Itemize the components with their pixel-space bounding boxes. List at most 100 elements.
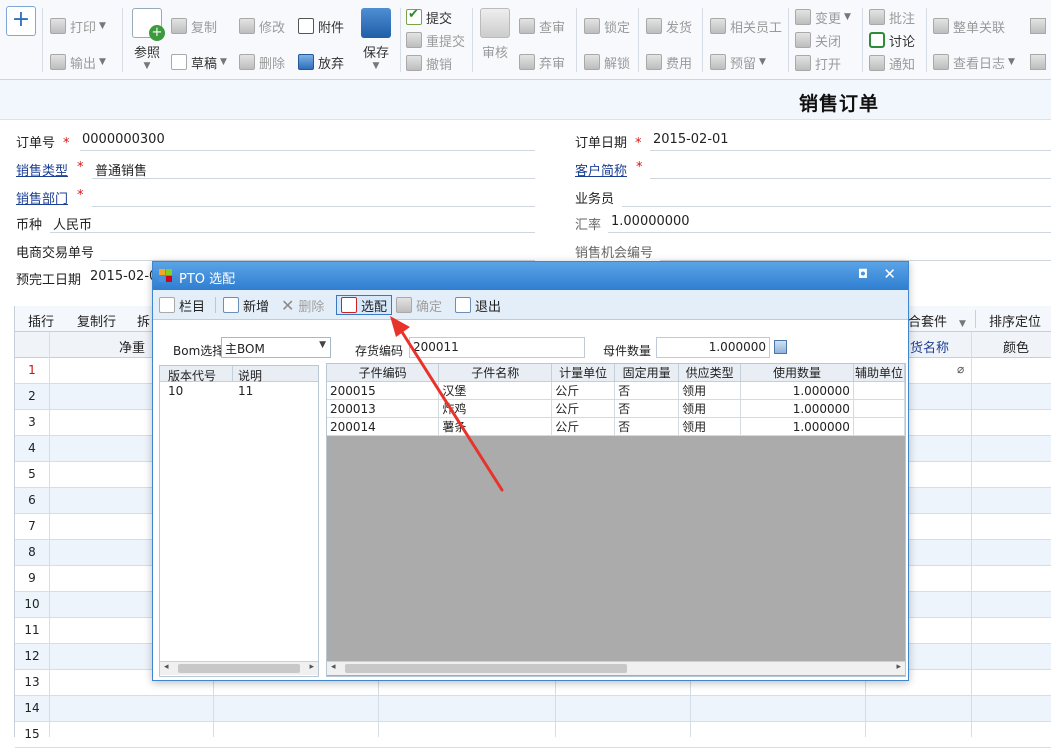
close-icon[interactable]: ✕	[883, 265, 896, 283]
order-date-value[interactable]: 2015-02-01	[653, 132, 729, 147]
select-config-button[interactable]: 选配	[336, 295, 393, 315]
related-staff-button[interactable]: 相关员工	[710, 16, 782, 36]
component-cell[interactable]: 否	[614, 417, 680, 436]
customer-field[interactable]	[650, 178, 1051, 179]
attach-button[interactable]: 附件	[298, 16, 344, 36]
scroll-right-icon[interactable]: ▸	[309, 662, 314, 672]
scrollbar-thumb[interactable]	[178, 664, 300, 673]
open-order-button[interactable]: 打开	[795, 53, 841, 73]
component-cell[interactable]: 200014	[327, 417, 440, 436]
grid-row[interactable]: 14	[15, 696, 1051, 722]
component-cell[interactable]	[853, 381, 906, 400]
draft-button[interactable]: 草稿 ▼	[171, 52, 227, 72]
paperclip-icon[interactable]: ⌀	[957, 362, 964, 376]
component-cell[interactable]: 200013	[327, 399, 440, 418]
col-name[interactable]: 货名称	[910, 337, 949, 356]
component-cell[interactable]: 200015	[327, 381, 440, 400]
component-col-header[interactable]: 固定用量	[614, 364, 680, 382]
dept-label[interactable]: 销售部门	[16, 188, 68, 207]
component-col-header[interactable]: 使用数量	[740, 364, 854, 382]
component-cell[interactable]	[853, 417, 906, 436]
col-weight[interactable]: 净重	[119, 337, 145, 356]
scroll-left-icon[interactable]: ◂	[331, 662, 336, 672]
view-log-button[interactable]: 查看日志 ▼	[933, 52, 1015, 72]
chevron-down-icon[interactable]: ▼	[358, 61, 394, 71]
component-cell[interactable]: 汉堡	[438, 381, 553, 400]
component-cell[interactable]: 1.000000	[740, 381, 854, 400]
discuss-button[interactable]: 讨论	[869, 30, 915, 50]
add-button[interactable]: 新增	[223, 295, 269, 315]
ref-button[interactable]: + 参照 ▼	[130, 8, 165, 71]
component-cell[interactable]: 领用	[678, 399, 742, 418]
change-button[interactable]: 变更 ▼	[795, 7, 851, 27]
lock-button[interactable]: 锁定	[584, 16, 630, 36]
fee-button[interactable]: 费用	[646, 52, 692, 72]
discard-button[interactable]: 弃审	[519, 52, 565, 72]
component-row[interactable]: 200014 薯条 公斤否领用 1.000000	[327, 417, 906, 436]
dialog-titlebar[interactable]: PTO 选配 ◘ ✕	[153, 262, 908, 290]
component-row[interactable]: 200015 汉堡 公斤否领用 1.000000	[327, 381, 906, 400]
chevron-down-icon[interactable]: ▼	[99, 21, 106, 31]
copy-button[interactable]: 复制	[171, 16, 217, 36]
parent-qty-input[interactable]: 1.000000	[656, 337, 770, 358]
chevron-down-icon[interactable]: ▼	[959, 319, 966, 329]
currency-value[interactable]: 人民币	[53, 214, 92, 233]
sort-locate-button[interactable]: 排序定位	[989, 311, 1041, 330]
horizontal-scrollbar[interactable]: ◂ ▸	[327, 661, 905, 675]
export-button[interactable]: 输出 ▼	[50, 52, 106, 72]
reserve-button[interactable]: 预留 ▼	[710, 52, 766, 72]
version-col-code[interactable]: 版本代号	[168, 367, 216, 384]
resubmit-button[interactable]: 重提交	[406, 30, 465, 50]
chevron-down-icon[interactable]: ▼	[220, 57, 227, 67]
component-col-header[interactable]: 子件编码	[327, 364, 440, 382]
exit-button[interactable]: 退出	[455, 295, 501, 315]
new-button[interactable]: +	[6, 6, 36, 36]
abandon-button[interactable]: 放弃	[298, 52, 344, 72]
edit-button[interactable]: 修改	[239, 16, 285, 36]
chevron-down-icon[interactable]: ▼	[759, 57, 766, 67]
component-cell[interactable]: 领用	[678, 417, 742, 436]
order-no-value[interactable]: 0000000300	[82, 132, 165, 147]
component-cell[interactable]: 领用	[678, 381, 742, 400]
review-button[interactable]: 查审	[519, 16, 565, 36]
chevron-down-icon[interactable]: ▼	[130, 61, 164, 71]
copy-row-button[interactable]: 复制行	[77, 311, 116, 330]
component-cell[interactable]: 1.000000	[740, 399, 854, 418]
version-cell[interactable]: 10	[168, 384, 183, 398]
confirm-button[interactable]: 确定	[396, 295, 442, 315]
submit-button[interactable]: 提交	[406, 7, 452, 27]
salesman-field[interactable]	[622, 206, 1051, 207]
annotate-button[interactable]: 批注	[869, 7, 915, 27]
component-cell[interactable]: 公斤	[551, 417, 616, 436]
columns-button[interactable]: 栏目	[159, 295, 205, 315]
whole-link-button[interactable]: 整单关联	[933, 16, 1005, 36]
component-cell[interactable]: 否	[614, 381, 680, 400]
component-cell[interactable]: 否	[614, 399, 680, 418]
scroll-right-icon[interactable]: ▸	[896, 662, 901, 672]
version-cell[interactable]: 11	[238, 384, 253, 398]
chevron-down-icon[interactable]: ▼	[99, 57, 106, 67]
grid-row[interactable]: 15	[15, 722, 1051, 748]
set-button[interactable]: 合套件 ▼	[908, 311, 966, 330]
notify-button[interactable]: 通知	[869, 53, 915, 73]
component-cell[interactable]	[853, 399, 906, 418]
horizontal-scrollbar[interactable]: ◂ ▸	[160, 661, 318, 675]
component-cell[interactable]: 公斤	[551, 381, 616, 400]
component-col-header[interactable]: 计量单位	[551, 364, 616, 382]
unlock-button[interactable]: 解锁	[584, 52, 630, 72]
col-color[interactable]: 颜色	[1003, 337, 1029, 356]
component-col-header[interactable]: 供应类型	[678, 364, 742, 382]
sale-type-label[interactable]: 销售类型	[16, 160, 68, 179]
delete-button[interactable]: ✕ 删除	[281, 295, 324, 315]
audit-button[interactable]: 审核	[478, 8, 512, 61]
calculator-icon[interactable]	[774, 340, 787, 354]
chevron-down-icon[interactable]: ▼	[844, 12, 851, 22]
scrollbar-thumb[interactable]	[345, 664, 627, 673]
component-cell[interactable]: 公斤	[551, 399, 616, 418]
revoke-button[interactable]: 撤销	[406, 53, 452, 73]
save-button[interactable]: 保存 ▼	[358, 8, 394, 71]
component-row[interactable]: 200013 炸鸡 公斤否领用 1.000000	[327, 399, 906, 418]
component-col-header[interactable]: 子件名称	[438, 364, 553, 382]
maximize-icon[interactable]: ◘	[858, 267, 868, 281]
delete-button[interactable]: 删除	[239, 52, 285, 72]
